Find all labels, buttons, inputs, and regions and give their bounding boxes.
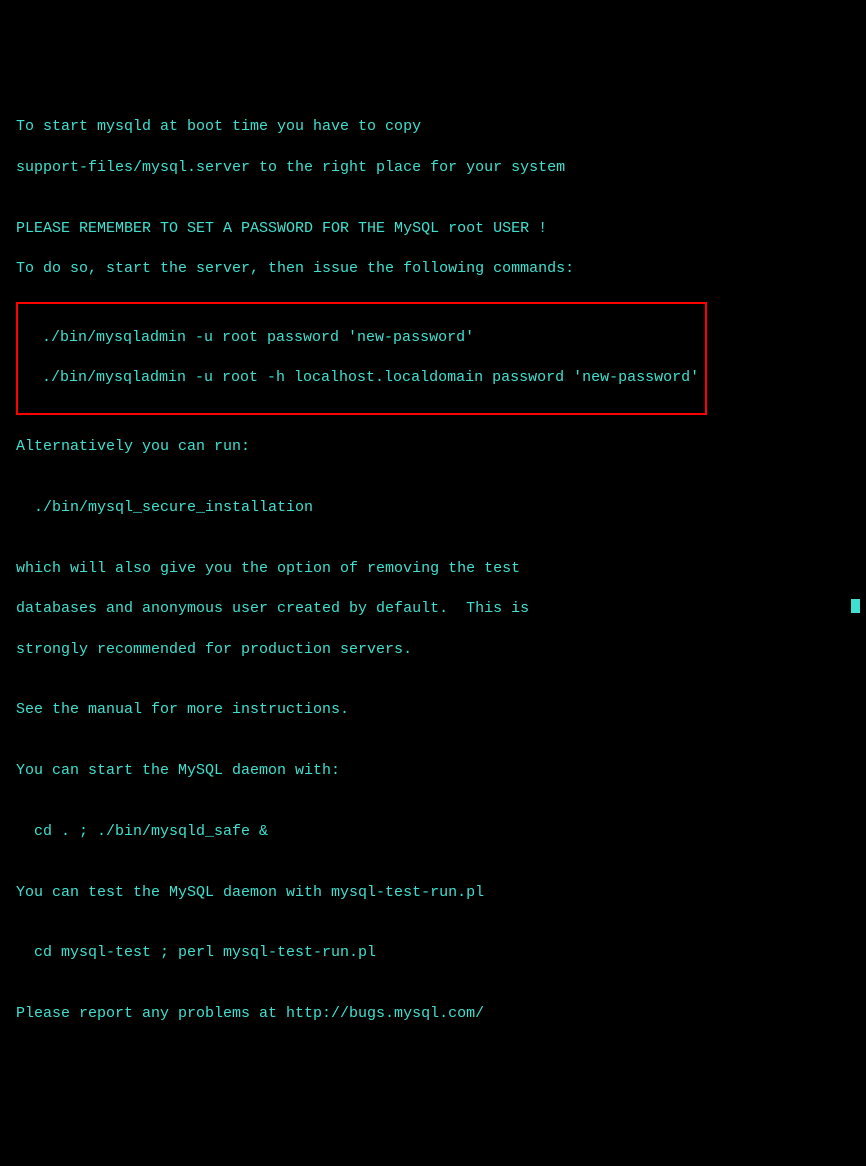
output-line: To start mysqld at boot time you have to…: [16, 117, 850, 137]
output-line: You can test the MySQL daemon with mysql…: [16, 883, 850, 903]
output-line: To do so, start the server, then issue t…: [16, 259, 850, 279]
output-line: ./bin/mysql_secure_installation: [16, 498, 850, 518]
output-line: cd mysql-test ; perl mysql-test-run.pl: [16, 943, 850, 963]
output-line: Alternatively you can run:: [16, 437, 850, 457]
output-line: support-files/mysql.server to the right …: [16, 158, 850, 178]
output-line: See the manual for more instructions.: [16, 700, 850, 720]
terminal-output: To start mysqld at boot time you have to…: [16, 97, 850, 1045]
highlighted-commands-box: ./bin/mysqladmin -u root password 'new-p…: [16, 302, 707, 415]
output-line: databases and anonymous user created by …: [16, 599, 850, 619]
output-line: You can start the MySQL daemon with:: [16, 761, 850, 781]
output-line: PLEASE REMEMBER TO SET A PASSWORD FOR TH…: [16, 219, 850, 239]
output-line: Please report any problems at http://bug…: [16, 1004, 850, 1024]
output-line: strongly recommended for production serv…: [16, 640, 850, 660]
output-line: which will also give you the option of r…: [16, 559, 850, 579]
command-line: ./bin/mysqladmin -u root -h localhost.lo…: [24, 368, 699, 388]
command-line: ./bin/mysqladmin -u root password 'new-p…: [24, 328, 699, 348]
output-line: cd . ; ./bin/mysqld_safe &: [16, 822, 850, 842]
terminal-cursor: [851, 599, 860, 613]
